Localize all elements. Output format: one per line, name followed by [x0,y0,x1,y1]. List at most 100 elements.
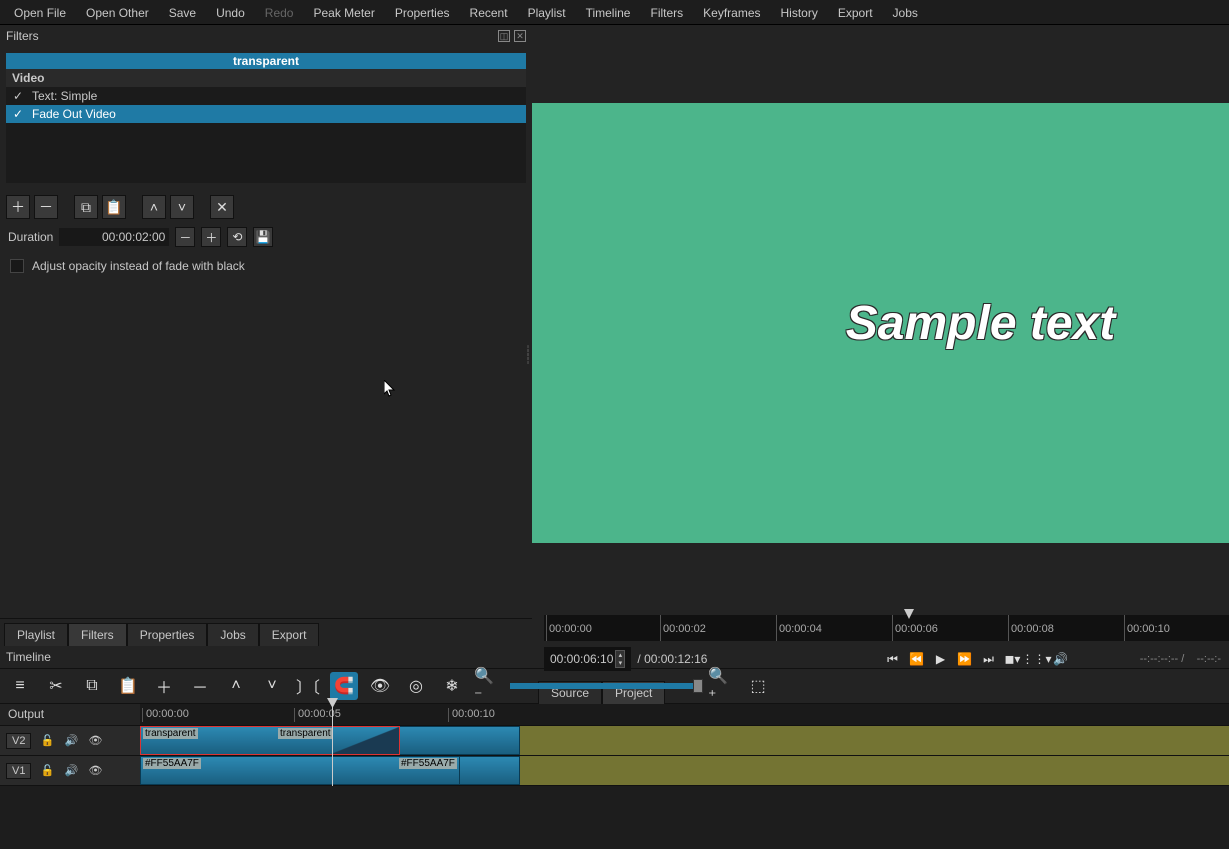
duration-reset-button[interactable]: ⟲ [227,227,247,247]
rewind-icon[interactable]: ⏪ [907,650,925,668]
zoom-in-icon[interactable]: 🔍⁺ [708,672,736,700]
vertical-grip[interactable]: ┇┇┇ [525,350,531,362]
skip-prev-icon[interactable]: ⏮ [883,650,901,668]
panel-close-icon[interactable]: ✕ [514,30,526,42]
duration-minus-button[interactable]: － [175,227,195,247]
opacity-row: Adjust opacity instead of fade with blac… [0,253,532,279]
add-filter-button[interactable]: ＋ [6,195,30,219]
zoom-fit-icon[interactable]: ⬚ [744,672,772,700]
play-icon[interactable]: ▶ [931,650,949,668]
zoom-out-icon[interactable]: 🔍⁻ [474,672,502,700]
fade-indicator[interactable] [331,727,399,754]
paste-icon[interactable]: 📋 [114,672,142,700]
grid-menu-icon[interactable]: ⋮⋮▾ [1027,650,1045,668]
tab-playlist[interactable]: Playlist [4,623,68,646]
properties-button[interactable]: Properties [385,2,460,24]
output-row[interactable]: Output [0,704,140,726]
timeline-clip[interactable]: transparent transparent [140,726,400,755]
mute-icon[interactable]: 🔊 [63,733,79,749]
timeline-tracks[interactable]: 00:00:00 00:00:05 00:00:10 transparent t… [140,704,1229,786]
copy-filter-button[interactable]: ⧉ [74,195,98,219]
scrub-icon[interactable]: 👁 [366,672,394,700]
preview-ruler[interactable]: 00:00:00 00:00:02 00:00:04 00:00:06 00:0… [544,615,1229,641]
timecode-total: / 00:00:12:16 [637,652,707,666]
remove-filter-button[interactable]: － [34,195,58,219]
overwrite-icon[interactable]: ˅ [258,672,286,700]
ruler-tick: 00:00:04 [776,615,822,641]
open-other-button[interactable]: Open Other [76,2,159,24]
mute-icon[interactable]: 🔊 [63,763,79,779]
tl-tick: 00:00:10 [448,708,495,722]
track-head-v2[interactable]: V2 🔓 🔊 👁 [0,726,140,756]
check-icon[interactable]: ✓ [12,89,24,103]
recent-button[interactable]: Recent [460,2,518,24]
zoom-thumb[interactable] [693,679,703,693]
undo-button[interactable]: Undo [206,2,255,24]
forward-icon[interactable]: ⏩ [955,650,973,668]
panel-float-icon[interactable]: ◫ [498,30,510,42]
export-button[interactable]: Export [828,2,883,24]
timeline-button[interactable]: Timeline [576,2,641,24]
keyframes-button[interactable]: Keyframes [693,2,770,24]
split-icon[interactable]: 〕〔 [294,672,322,700]
snap-icon[interactable]: 🧲 [330,672,358,700]
deselect-button[interactable]: ✕ [210,195,234,219]
tab-jobs[interactable]: Jobs [207,623,258,646]
check-icon[interactable]: ✓ [12,107,24,121]
volume-icon[interactable]: 🔊 [1051,650,1069,668]
preview-controls: 00:00:06:10 ▴▾ / 00:00:12:16 ⏮ ⏪ ▶ ⏩ ⏭ ◼… [544,645,1221,673]
filter-clip-name[interactable]: transparent [6,53,526,69]
redo-button[interactable]: Redo [255,2,304,24]
zoom-menu-icon[interactable]: ◼▾ [1003,650,1021,668]
filters-button[interactable]: Filters [640,2,693,24]
timeline-menu-icon[interactable]: ≡ [6,672,34,700]
eye-icon[interactable]: 👁 [87,763,103,779]
move-down-button[interactable]: ˅ [170,195,194,219]
inout-display2: --:--:- [1197,653,1221,665]
ruler-tick: 00:00:02 [660,615,706,641]
track-body-v2[interactable]: transparent transparent transparent [140,726,1229,756]
lock-icon[interactable]: 🔓 [39,763,55,779]
track-head-v1[interactable]: V1 🔓 🔊 👁 [0,756,140,786]
timecode-spinner[interactable]: ▴▾ [615,650,625,668]
opacity-checkbox[interactable] [10,259,24,273]
zoom-slider[interactable] [510,683,700,689]
lock-icon[interactable]: 🔓 [39,733,55,749]
eye-icon[interactable]: 👁 [87,733,103,749]
tab-export[interactable]: Export [259,623,320,646]
timeline-clip[interactable]: #FF55AA7F #FF55AA7F [140,756,460,785]
peak-meter-button[interactable]: Peak Meter [303,2,384,24]
timeline-ruler[interactable]: 00:00:00 00:00:05 00:00:10 [140,704,1229,726]
ripple-icon[interactable]: ◎ [402,672,430,700]
playlist-button[interactable]: Playlist [518,2,576,24]
remove-icon[interactable]: － [186,672,214,700]
preview-video[interactable]: Sample text [532,103,1229,543]
timeline-playhead[interactable] [332,704,333,786]
ripple-all-icon[interactable]: ❄ [438,672,466,700]
duration-save-button[interactable]: 💾 [253,227,273,247]
duration-plus-button[interactable]: ＋ [201,227,221,247]
ruler-tick: 00:00:10 [1124,615,1170,641]
paste-filter-button[interactable]: 📋 [102,195,126,219]
open-file-button[interactable]: Open File [4,2,76,24]
lift-icon[interactable]: ˄ [222,672,250,700]
preview-pane: Sample text 00:00:00 00:00:02 00:00:04 0… [532,25,1229,646]
jobs-button[interactable]: Jobs [883,2,928,24]
filter-item[interactable]: ✓ Fade Out Video [6,105,526,123]
tab-filters[interactable]: Filters [68,623,127,646]
append-icon[interactable]: ＋ [150,672,178,700]
duration-value[interactable]: 00:00:02:00 [59,228,169,246]
skip-next-icon[interactable]: ⏭ [979,650,997,668]
tab-properties[interactable]: Properties [127,623,208,646]
filter-category: Video [6,69,526,87]
copy-icon[interactable]: ⧉ [78,672,106,700]
track-body-v1[interactable]: #FF55AA7F #FF55AA7F [140,756,1229,786]
track-label: V1 [6,763,31,779]
history-button[interactable]: History [771,2,828,24]
save-button[interactable]: Save [159,2,206,24]
move-up-button[interactable]: ˄ [142,195,166,219]
cut-icon[interactable]: ✂ [42,672,70,700]
timecode-current[interactable]: 00:00:06:10 ▴▾ [544,647,631,671]
filter-item[interactable]: ✓ Text: Simple [6,87,526,105]
filters-panel-title: Filters ◫ ✕ [0,25,532,47]
